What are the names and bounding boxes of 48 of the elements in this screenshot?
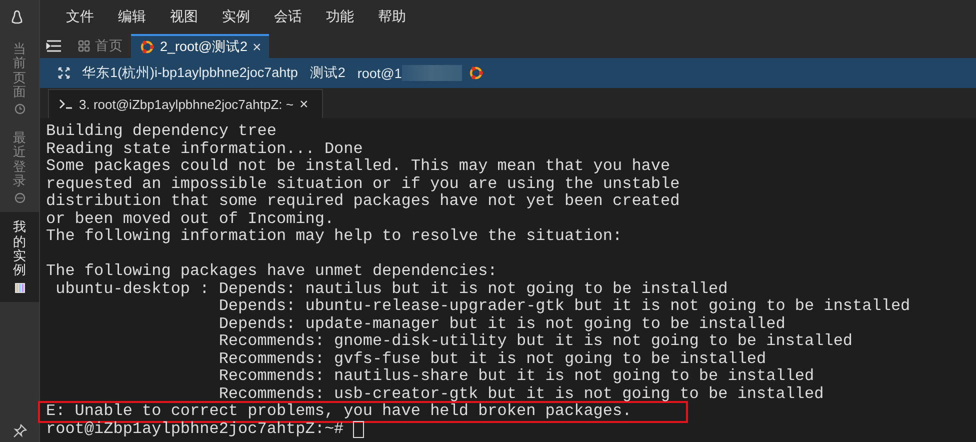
terminal-line: Reading state information... Done	[46, 140, 364, 158]
blurred-area	[402, 65, 462, 81]
terminal-line: Recommends: gvfs-fuse but it is not going to be installed	[218, 350, 768, 368]
terminal-line: distribution that some required packages have not yet been created	[46, 193, 681, 210]
sidebar-tab[interactable]: 最近登录	[0, 123, 39, 212]
grid-icon	[78, 40, 90, 52]
terminal-tab[interactable]: 3. root@iZbp1aylpbhne2joc7ahtpZ: ~ ×	[48, 89, 324, 118]
terminal-line: The following information may help to resolve the situation:	[46, 228, 624, 246]
terminal-line: requested an impossible situation or if you are using the unstable	[46, 176, 681, 193]
menu-item[interactable]: 视图	[170, 8, 198, 26]
terminal-prompt: root@iZbp1aylpbhne2joc7ahtpZ:~#	[46, 420, 344, 438]
terminal-line: E: Unable to correct problems, you have held broken packages.	[46, 403, 633, 420]
info-text: 华东1(杭州)i-bp1aylpbhne2joc7ahtp	[82, 64, 298, 82]
menu-item[interactable]: 实例	[222, 8, 250, 26]
terminal-line: Depends: ubuntu-release-upgrader-gtk but it is not going to be installed	[218, 298, 912, 316]
close-icon[interactable]: ×	[252, 38, 262, 56]
terminal-line: Recommends: nautilus-share but it is not going to be installed	[218, 368, 816, 386]
menu-item[interactable]: 帮助	[378, 8, 406, 26]
info-text: 测试2	[310, 64, 346, 82]
terminal-line: ubuntu-desktop : Depends: nautilus but it is not going to be installed	[54, 280, 729, 298]
menu-item[interactable]: 编辑	[118, 8, 146, 26]
close-icon[interactable]: ×	[299, 96, 308, 112]
clock-icon	[14, 103, 26, 116]
ubuntu-icon	[139, 39, 155, 55]
cursor	[352, 420, 364, 438]
terminal-line: The following packages have unmet dependencies:	[46, 263, 498, 280]
sidebar-tab[interactable]: 我的实例	[0, 212, 39, 302]
menu-item[interactable]: 文件	[66, 8, 94, 26]
chat-icon	[14, 192, 26, 204]
session-tab[interactable]: 首页	[70, 34, 131, 58]
ubuntu-icon	[468, 65, 484, 81]
terminal-line: Some packages could not be installed. This may mean that you have	[46, 158, 672, 176]
terminal-icon	[59, 99, 73, 109]
info-text: root@1	[357, 66, 402, 80]
session-tab[interactable]: 2_root@测试2 ×	[131, 34, 270, 58]
menu-item[interactable]: 功能	[326, 8, 354, 26]
pin-icon	[12, 424, 26, 438]
terminal-line: Recommends: usb-creator-gtk but it is not going to be installed	[218, 386, 825, 403]
menu-item[interactable]: 会话	[274, 8, 302, 26]
terminal-line: Depends: update-manager but it is not going to be installed	[218, 316, 786, 333]
menu-icon	[46, 40, 62, 52]
terminal-line: Recommends: gnome-disk-utility but it is not going to be installed	[218, 333, 854, 350]
terminal-line: Building dependency tree	[46, 123, 278, 140]
list-icon	[14, 282, 26, 294]
penguin-icon	[10, 10, 22, 24]
terminal-line: or been moved out of Incoming.	[46, 210, 336, 228]
expand-icon	[58, 67, 70, 79]
sidebar-tab[interactable]: 当前页面	[0, 34, 39, 124]
